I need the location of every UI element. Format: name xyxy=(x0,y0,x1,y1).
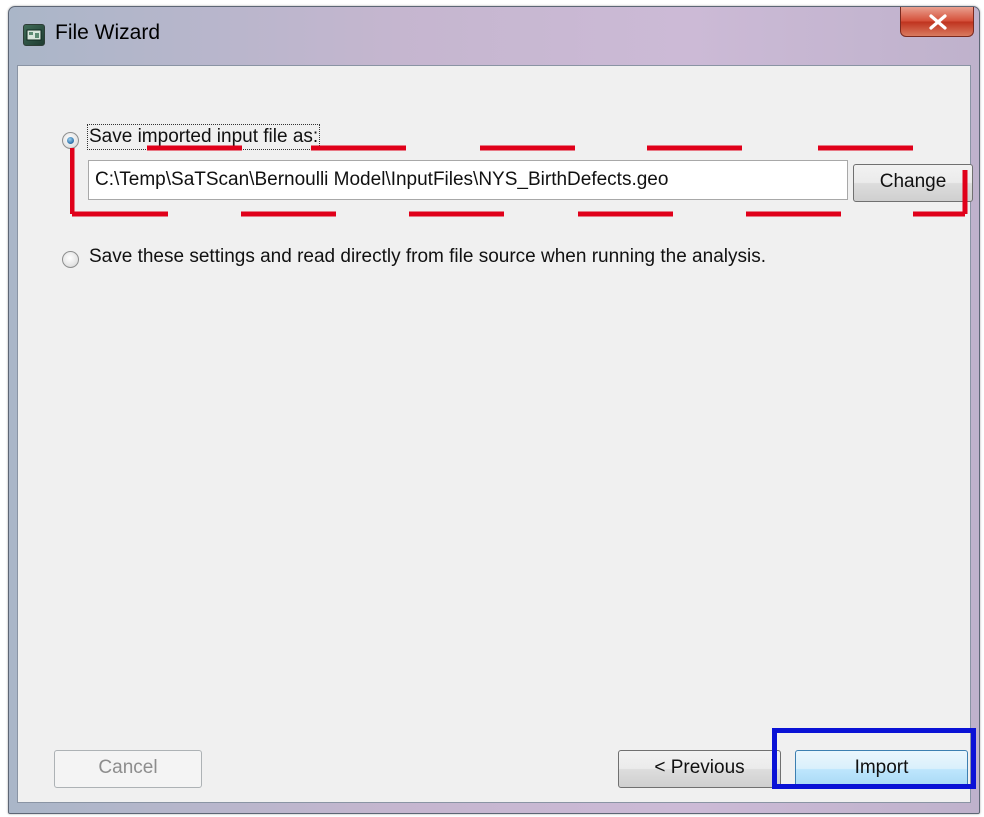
file-path-input[interactable]: C:\Temp\SaTScan\Bernoulli Model\InputFil… xyxy=(88,160,848,200)
change-button[interactable]: Change xyxy=(853,164,973,202)
close-icon xyxy=(929,14,947,30)
satscan-app-icon xyxy=(23,24,45,46)
file-wizard-window: File Wizard Save imported input file as:… xyxy=(8,6,980,814)
close-button[interactable] xyxy=(900,7,974,37)
wizard-content: Save imported input file as: C:\Temp\SaT… xyxy=(17,65,973,803)
cancel-button[interactable]: Cancel xyxy=(54,750,202,788)
import-button[interactable]: Import xyxy=(795,750,968,788)
save-imported-label[interactable]: Save imported input file as: xyxy=(86,124,321,150)
read-directly-label[interactable]: Save these settings and read directly fr… xyxy=(89,246,766,268)
save-imported-radio[interactable] xyxy=(62,132,79,149)
read-directly-radio[interactable] xyxy=(62,251,79,268)
previous-button[interactable]: < Previous xyxy=(618,750,781,788)
title-bar[interactable]: File Wizard xyxy=(9,7,979,65)
window-title: File Wizard xyxy=(55,21,161,44)
